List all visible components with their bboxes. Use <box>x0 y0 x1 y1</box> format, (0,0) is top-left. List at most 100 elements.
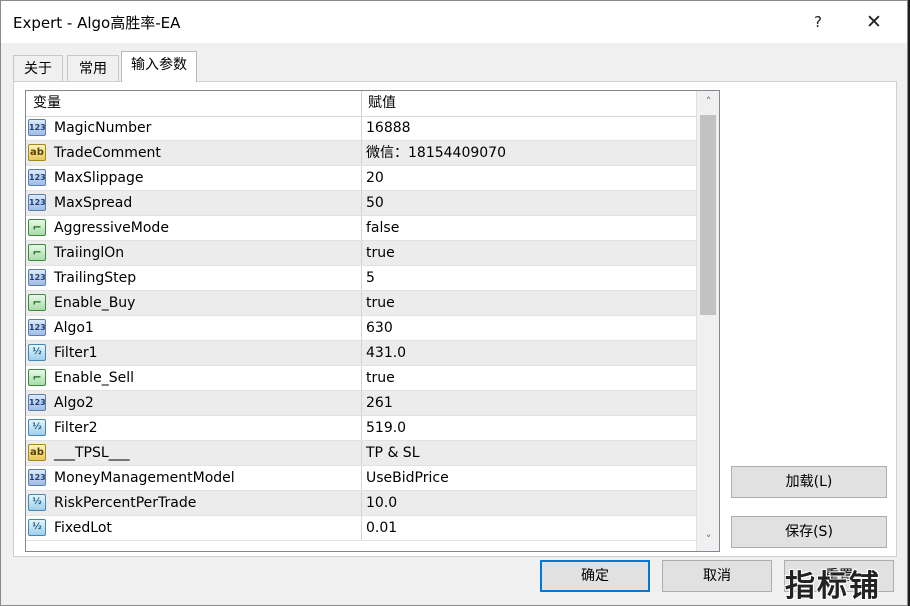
integer-type-icon: 123 <box>28 119 46 136</box>
parameter-value[interactable]: 20 <box>366 166 384 190</box>
column-header-value[interactable]: 赋值 <box>368 91 396 116</box>
cell-divider <box>361 416 362 440</box>
boolean-type-icon: ⌐ <box>28 369 46 386</box>
cell-divider <box>361 291 362 315</box>
table-row[interactable]: ½ Filter2 519.0 <box>26 416 696 441</box>
cell-divider <box>361 516 362 540</box>
parameter-value[interactable]: TP & SL <box>366 441 420 465</box>
table-row[interactable]: 123 TrailingStep 5 <box>26 266 696 291</box>
watermark-logo: 指标铺 <box>785 569 881 604</box>
parameter-name: TradeComment <box>54 145 161 161</box>
parameter-value[interactable]: false <box>366 216 399 240</box>
parameter-name: FixedLot <box>54 520 112 536</box>
parameter-value[interactable]: 16888 <box>366 116 411 140</box>
tab-inputs[interactable]: 输入参数 <box>121 51 197 82</box>
cell-divider <box>361 466 362 490</box>
parameter-name: TraiinglOn <box>54 245 125 261</box>
grid-rows: 123 MagicNumber 16888 ab TradeComment 微信：1815… <box>26 116 696 541</box>
table-row[interactable]: ½ FixedLot 0.01 <box>26 516 696 541</box>
parameter-value[interactable]: 0.01 <box>366 516 397 540</box>
parameter-value[interactable]: 431.0 <box>366 341 406 365</box>
column-divider[interactable] <box>361 91 362 116</box>
table-row[interactable]: ⌐ Enable_Sell true <box>26 366 696 391</box>
scroll-down-arrow-icon[interactable]: ˅ <box>697 529 719 551</box>
cell-divider <box>361 341 362 365</box>
boolean-type-icon: ⌐ <box>28 219 46 236</box>
cell-divider <box>361 241 362 265</box>
table-row[interactable]: ab TradeComment 微信：18154409070 <box>26 141 696 166</box>
parameter-value[interactable]: 10.0 <box>366 491 397 515</box>
close-button[interactable]: ✕ <box>857 5 891 39</box>
parameter-value[interactable]: 630 <box>366 316 393 340</box>
parameter-name: MaxSpread <box>54 195 133 211</box>
column-header-variable[interactable]: 变量 <box>33 91 61 116</box>
parameter-value[interactable]: true <box>366 241 395 265</box>
tab-common[interactable]: 常用 <box>67 55 119 81</box>
parameter-name: Enable_Buy <box>54 295 136 311</box>
ok-button[interactable]: 确定 <box>540 560 650 592</box>
cell-divider <box>361 216 362 240</box>
table-row[interactable]: ⌐ Enable_Buy true <box>26 291 696 316</box>
double-type-icon: ½ <box>28 519 46 536</box>
cell-divider <box>361 316 362 340</box>
parameter-value[interactable]: 微信：18154409070 <box>366 141 506 165</box>
parameter-name: Enable_Sell <box>54 370 134 386</box>
table-row[interactable]: ½ RiskPercentPerTrade 10.0 <box>26 491 696 516</box>
title-bar: Expert - Algo高胜率-EA ? ✕ <box>1 1 907 43</box>
parameter-name: AggressiveMode <box>54 220 169 236</box>
boolean-type-icon: ⌐ <box>28 294 46 311</box>
parameter-name: MaxSlippage <box>54 170 144 186</box>
cell-divider <box>361 166 362 190</box>
table-row[interactable]: ⌐ AggressiveMode false <box>26 216 696 241</box>
parameter-value[interactable]: true <box>366 366 395 390</box>
integer-type-icon: 123 <box>28 319 46 336</box>
window-title: Expert - Algo高胜率-EA <box>13 14 181 32</box>
string-type-icon: ab <box>28 144 46 161</box>
boolean-type-icon: ⌐ <box>28 244 46 261</box>
parameter-name: ___TPSL___ <box>54 445 130 461</box>
parameter-value[interactable]: UseBidPrice <box>366 466 449 490</box>
table-row[interactable]: ½ Filter1 431.0 <box>26 341 696 366</box>
cell-divider <box>361 441 362 465</box>
cell-divider <box>361 266 362 290</box>
double-type-icon: ½ <box>28 344 46 361</box>
table-row[interactable]: ab ___TPSL___ TP & SL <box>26 441 696 466</box>
parameter-value[interactable]: true <box>366 291 395 315</box>
table-row[interactable]: 123 Algo2 261 <box>26 391 696 416</box>
double-type-icon: ½ <box>28 419 46 436</box>
parameter-name: Algo2 <box>54 395 94 411</box>
double-type-icon: ½ <box>28 494 46 511</box>
parameter-value[interactable]: 5 <box>366 266 375 290</box>
help-button[interactable]: ? <box>801 5 835 39</box>
integer-type-icon: 123 <box>28 394 46 411</box>
parameter-value[interactable]: 50 <box>366 191 384 215</box>
table-row[interactable]: 123 MaxSlippage 20 <box>26 166 696 191</box>
parameter-name: Algo1 <box>54 320 94 336</box>
table-row[interactable]: 123 Algo1 630 <box>26 316 696 341</box>
parameter-value[interactable]: 261 <box>366 391 393 415</box>
expert-dialog: Expert - Algo高胜率-EA ? ✕ 关于 常用 输入参数 变量 赋值… <box>0 0 908 606</box>
cell-divider <box>361 366 362 390</box>
parameter-name: MoneyManagementModel <box>54 470 235 486</box>
integer-type-icon: 123 <box>28 194 46 211</box>
parameter-name: Filter2 <box>54 420 98 436</box>
scroll-thumb[interactable] <box>700 115 716 315</box>
table-row[interactable]: 123 MagicNumber 16888 <box>26 116 696 141</box>
parameter-name: MagicNumber <box>54 120 152 136</box>
table-row[interactable]: 123 MaxSpread 50 <box>26 191 696 216</box>
integer-type-icon: 123 <box>28 469 46 486</box>
scroll-up-arrow-icon[interactable]: ˄ <box>697 91 719 113</box>
integer-type-icon: 123 <box>28 169 46 186</box>
cancel-button[interactable]: 取消 <box>662 560 772 592</box>
cell-divider <box>361 191 362 215</box>
vertical-scrollbar[interactable]: ˄ ˅ <box>696 91 719 551</box>
table-row[interactable]: ⌐ TraiinglOn true <box>26 241 696 266</box>
parameter-name: Filter1 <box>54 345 98 361</box>
load-button[interactable]: 加载(L) <box>731 466 887 498</box>
save-button[interactable]: 保存(S) <box>731 516 887 548</box>
cell-divider <box>361 491 362 515</box>
table-row[interactable]: 123 MoneyManagementModel UseBidPrice <box>26 466 696 491</box>
tab-about[interactable]: 关于 <box>13 55 63 81</box>
parameter-value[interactable]: 519.0 <box>366 416 406 440</box>
cell-divider <box>361 116 362 140</box>
